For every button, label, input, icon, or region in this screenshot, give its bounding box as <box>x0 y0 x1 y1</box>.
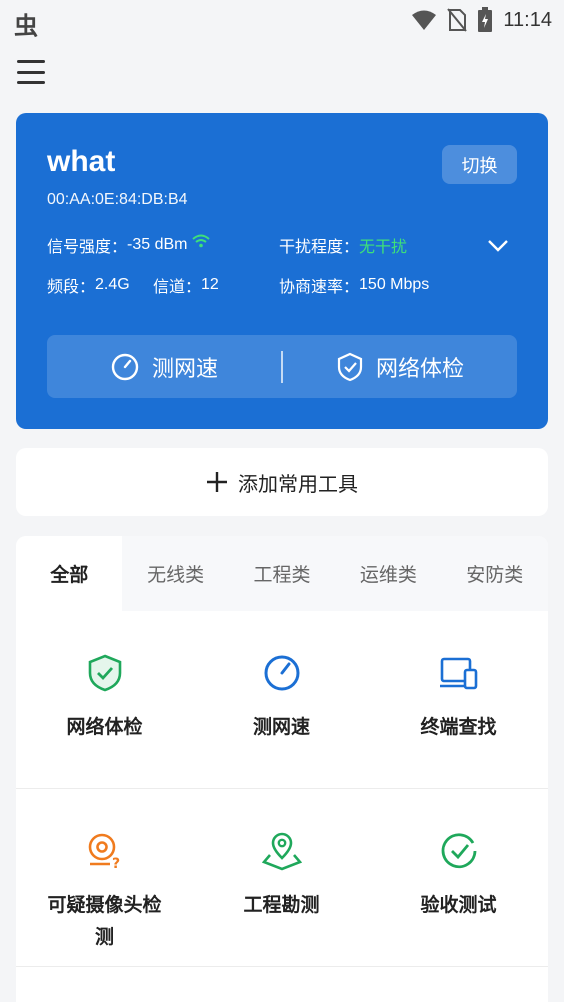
svg-text:?: ? <box>112 856 120 871</box>
band-value: 2.4G <box>95 276 130 293</box>
plus-icon <box>207 472 227 492</box>
channel: 信道： 12 <box>153 273 219 297</box>
clock: 11:14 <box>503 8 552 31</box>
tab-all[interactable]: 全部 <box>16 536 123 611</box>
check-circle-icon <box>441 833 476 869</box>
health-check-label: 网络体检 <box>375 356 464 382</box>
tools-row: ? 可疑摄像头检测 工程勘测 验收测试 <box>16 789 548 967</box>
tool-label: 工程勘测 <box>243 894 320 916</box>
tool-speed-test[interactable]: 测网速 <box>193 611 370 789</box>
devices-icon <box>439 657 477 690</box>
tab-operations[interactable]: 运维类 <box>335 536 441 611</box>
speed-test-button[interactable]: 测网速 <box>47 351 281 383</box>
tab-engineering[interactable]: 工程类 <box>229 536 335 611</box>
camera-question-icon: ? <box>88 833 120 871</box>
debug-bug-icon: 虫 <box>14 12 38 40</box>
switch-network-button[interactable]: 切换 <box>442 145 517 184</box>
shield-check-icon <box>88 654 121 692</box>
map-pin-icon <box>261 832 302 871</box>
tool-hidden-camera[interactable]: ? 可疑摄像头检测 <box>16 789 193 967</box>
category-tabs: 全部 无线类 工程类 运维类 安防类 <box>16 536 548 611</box>
health-check-button[interactable]: 网络体检 <box>283 351 517 383</box>
signal-label: 信号强度： <box>47 239 128 256</box>
tool-label: 验收测试 <box>420 894 497 916</box>
tool-label: 网络体检 <box>66 716 143 738</box>
band-label: 频段： <box>47 279 96 296</box>
add-tools-label: 添加常用工具 <box>238 471 358 496</box>
channel-value: 12 <box>201 276 219 293</box>
wifi-signal-icon <box>192 234 211 248</box>
negotiated-rate: 协商速率： 150 Mbps <box>279 273 429 297</box>
tool-network-check[interactable]: 网络体检 <box>16 611 193 789</box>
interference: 干扰程度： 无干扰 <box>279 233 407 257</box>
interference-label: 干扰程度： <box>279 239 360 256</box>
tool-label: 终端查找 <box>420 716 497 738</box>
channel-label: 信道： <box>153 279 202 296</box>
speedometer-icon <box>111 353 139 380</box>
tools-grid: 网络体检 测网速 终端查找 ? 可疑摄像头检测 工程勘测 验收测试 <box>16 611 548 967</box>
wifi-icon <box>412 10 437 30</box>
no-sim-icon <box>447 8 468 32</box>
status-bar: 虫 11:14 <box>0 0 564 40</box>
tools-panel: 全部 无线类 工程类 运维类 安防类 网络体检 测网速 终端查找 ? 可疑摄像头… <box>16 536 548 1002</box>
add-tools-button[interactable]: 添加常用工具 <box>16 448 548 516</box>
speed-test-label: 测网速 <box>151 356 218 382</box>
quick-actions: 测网速 网络体检 <box>47 335 517 398</box>
tab-wireless[interactable]: 无线类 <box>122 536 228 611</box>
shield-check-icon <box>337 352 363 381</box>
network-mac: 00:AA:0E:84:DB:B4 <box>47 191 188 208</box>
band: 频段： 2.4G <box>47 273 130 297</box>
battery-charging-icon <box>478 7 493 32</box>
tool-acceptance-test[interactable]: 验收测试 <box>370 789 547 967</box>
signal-strength: 信号强度： -35 dBm <box>47 233 211 257</box>
network-ssid: what <box>47 145 116 178</box>
tools-row: 网络体检 测网速 终端查找 <box>16 611 548 789</box>
tool-label: 测网速 <box>252 716 310 738</box>
network-info-card: what 00:AA:0E:84:DB:B4 切换 信号强度： -35 dBm … <box>16 113 548 429</box>
tab-security[interactable]: 安防类 <box>442 536 548 611</box>
chevron-down-icon[interactable] <box>486 234 510 258</box>
tool-label: 可疑摄像头检测 <box>47 894 162 948</box>
rate-value: 150 Mbps <box>359 276 430 293</box>
speedometer-icon <box>264 655 299 691</box>
signal-value: -35 dBm <box>127 236 188 253</box>
rate-label: 协商速率： <box>279 279 360 296</box>
tool-device-finder[interactable]: 终端查找 <box>370 611 547 789</box>
tool-site-survey[interactable]: 工程勘测 <box>193 789 370 967</box>
interference-value: 无干扰 <box>359 239 408 256</box>
menu-icon[interactable] <box>17 58 45 86</box>
